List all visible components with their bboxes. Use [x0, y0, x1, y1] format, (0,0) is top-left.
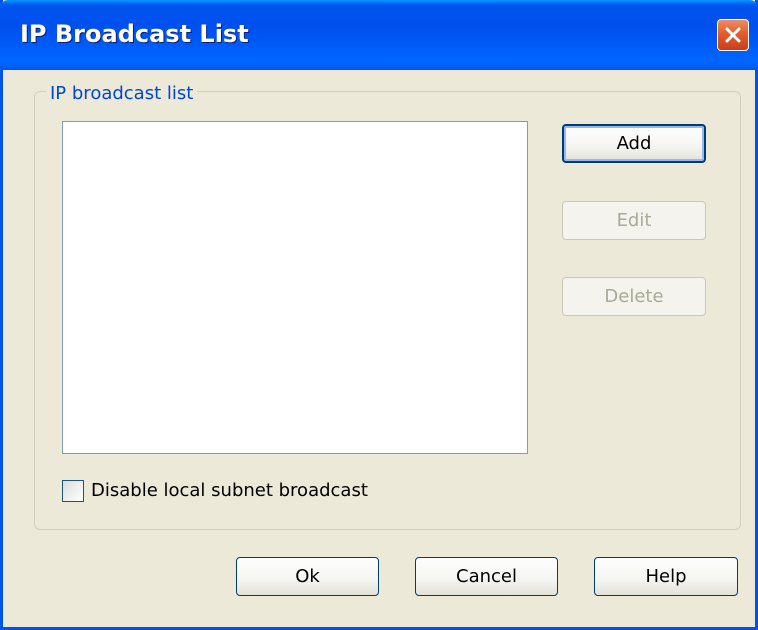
disable-subnet-broadcast-label[interactable]: Disable local subnet broadcast	[91, 479, 368, 503]
dialog-title: IP Broadcast List	[20, 20, 249, 48]
add-button[interactable]: Add	[562, 124, 706, 163]
close-icon	[725, 27, 741, 43]
delete-button[interactable]: Delete	[562, 277, 706, 316]
close-button[interactable]	[717, 19, 749, 51]
groupbox-label: IP broadcast list	[46, 83, 198, 105]
ok-button[interactable]: Ok	[236, 557, 379, 596]
cancel-button[interactable]: Cancel	[415, 557, 558, 596]
edit-button[interactable]: Edit	[562, 201, 706, 240]
title-bar[interactable]: IP Broadcast List	[0, 0, 758, 70]
help-button[interactable]: Help	[594, 557, 738, 596]
disable-subnet-broadcast-checkbox[interactable]	[62, 480, 84, 502]
ip-broadcast-listbox[interactable]	[62, 121, 528, 454]
